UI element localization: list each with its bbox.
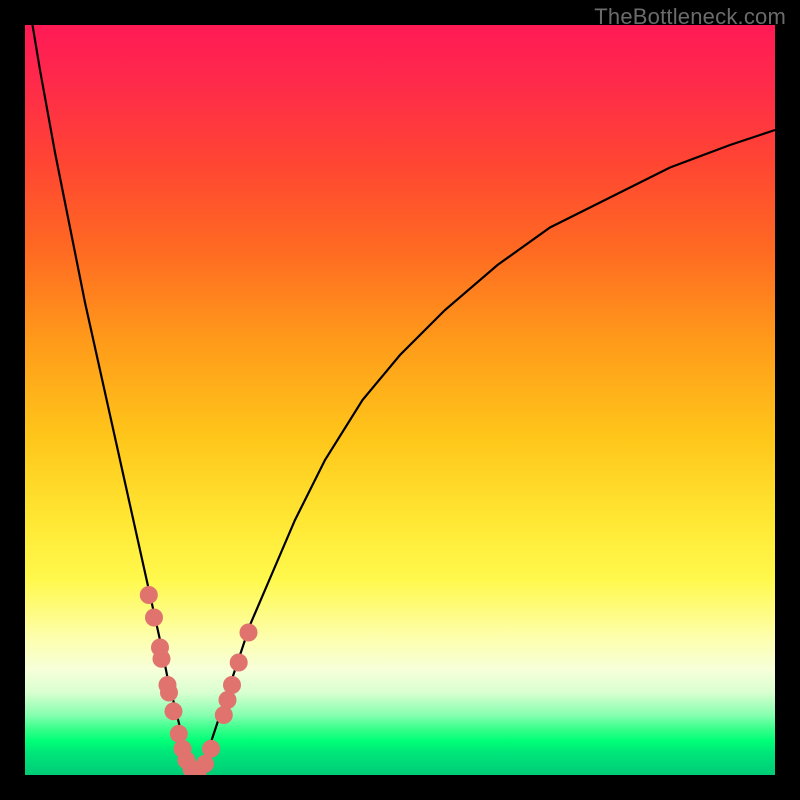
highlight-dot — [230, 654, 248, 672]
highlight-dot — [215, 706, 233, 724]
outer-frame: TheBottleneck.com — [0, 0, 800, 800]
plot-area — [25, 25, 775, 775]
highlight-dot — [223, 676, 241, 694]
marker-layer — [25, 25, 775, 775]
highlight-dot — [170, 725, 188, 743]
highlight-dot — [145, 609, 163, 627]
highlight-dot — [153, 650, 171, 668]
highlight-dot — [240, 624, 258, 642]
highlight-dot — [140, 586, 158, 604]
highlight-dot — [160, 684, 178, 702]
highlight-dot — [165, 702, 183, 720]
highlight-dot — [202, 740, 220, 758]
highlight-dots — [140, 586, 258, 775]
